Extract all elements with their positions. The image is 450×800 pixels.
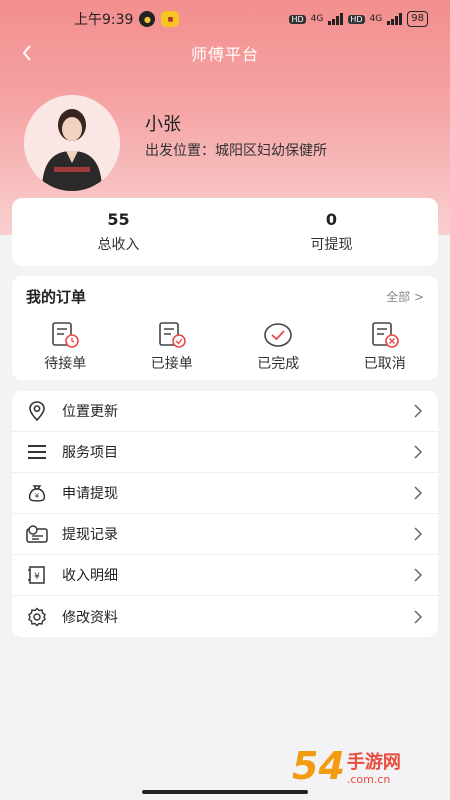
stat-value: 0 <box>325 210 338 229</box>
chevron-right-icon <box>414 568 423 582</box>
menu-label: 位置更新 <box>62 404 118 420</box>
withdraw-record-icon <box>26 523 48 545</box>
notification-app-icon: ● <box>139 11 156 27</box>
order-pending[interactable]: 待接单 <box>12 321 119 373</box>
menu-label: 提现记录 <box>62 527 118 543</box>
orders-all-link[interactable]: 全部 > <box>386 288 424 305</box>
profile-location: 出发位置：城阳区妇幼保健所 <box>145 143 327 159</box>
svg-text:¥: ¥ <box>34 572 40 582</box>
hd-badge-2: HD <box>348 14 365 24</box>
pending-order-icon <box>52 322 80 348</box>
home-indicator[interactable] <box>142 790 308 794</box>
chevron-right-icon <box>414 404 423 418</box>
network-label-2: 4G <box>369 14 383 24</box>
stat-value: 55 <box>107 210 130 229</box>
chevron-right-icon <box>414 527 423 541</box>
notification-badge-icon: ■ <box>161 11 180 27</box>
menu-item-services[interactable]: 服务项目 <box>12 432 438 473</box>
chevron-right-icon <box>414 486 423 500</box>
stats-card: 55 总收入 0 可提现 <box>12 198 438 266</box>
chevron-right-icon <box>414 609 423 624</box>
watermark-url: .com.cn <box>346 773 391 786</box>
avatar-image <box>24 95 120 191</box>
cancelled-order-icon <box>371 322 399 348</box>
settings-icon <box>26 606 48 628</box>
stat-label: 可提现 <box>310 237 353 253</box>
menu-item-income-details[interactable]: ¥ 收入明细 <box>12 555 438 596</box>
order-label: 已取消 <box>363 356 406 372</box>
order-accepted[interactable]: 已接单 <box>119 321 226 373</box>
menu-label: 服务项目 <box>62 445 118 461</box>
battery-icon: 98 <box>407 11 428 27</box>
order-label: 已完成 <box>257 356 300 372</box>
order-label: 已接单 <box>150 356 193 372</box>
chevron-right-icon <box>414 445 423 459</box>
accepted-order-icon <box>158 322 186 348</box>
location-icon <box>26 400 48 422</box>
svg-text:¥: ¥ <box>35 492 40 500</box>
stat-label: 总收入 <box>97 237 140 253</box>
stat-total-income[interactable]: 55 总收入 <box>12 198 225 266</box>
site-watermark: 54 手游网 .com.cn <box>292 746 401 786</box>
order-completed[interactable]: 已完成 <box>225 321 332 373</box>
income-detail-icon: ¥ <box>26 564 48 586</box>
watermark-text: 手游网 <box>346 752 401 773</box>
order-label: 待接单 <box>44 356 87 372</box>
signal-icon-1 <box>328 13 344 25</box>
completed-order-icon <box>264 323 293 347</box>
menu-label: 收入明细 <box>62 568 118 584</box>
menu-item-withdraw-records[interactable]: 提现记录 <box>12 514 438 555</box>
page-title: 师傅平台 <box>190 45 259 64</box>
status-time: 上午9:39 <box>74 12 134 28</box>
menu-item-edit-profile[interactable]: 修改资料 <box>12 596 438 637</box>
order-cancelled[interactable]: 已取消 <box>332 321 439 373</box>
money-bag-icon: ¥ <box>26 482 48 504</box>
menu-item-location-update[interactable]: 位置更新 <box>12 391 438 432</box>
chevron-left-icon <box>22 45 31 61</box>
nav-bar: 师傅平台 <box>0 38 450 68</box>
network-label-1: 4G <box>310 14 324 24</box>
stat-withdrawable[interactable]: 0 可提现 <box>225 198 438 266</box>
profile-name: 小张 <box>145 114 181 135</box>
hd-badge-1: HD <box>289 14 306 24</box>
orders-card: 我的订单 全部 > 待接单 已接单 已完成 已取消 <box>12 276 438 380</box>
signal-icon-2 <box>387 13 403 25</box>
avatar[interactable] <box>24 95 120 191</box>
orders-title: 我的订单 <box>26 288 87 306</box>
status-bar: 上午9:39 ● ■ HD 4G HD 4G 98 <box>0 0 450 38</box>
menu-item-apply-withdraw[interactable]: ¥ 申请提现 <box>12 473 438 514</box>
menu-card: 位置更新 服务项目 ¥ 申请提现 提现记录 ¥ 收入明细 修改资料 <box>12 391 438 637</box>
back-button[interactable] <box>14 40 40 66</box>
menu-label: 修改资料 <box>62 609 118 626</box>
list-icon <box>26 441 48 463</box>
menu-label: 申请提现 <box>62 486 118 502</box>
watermark-number: 54 <box>292 744 345 788</box>
